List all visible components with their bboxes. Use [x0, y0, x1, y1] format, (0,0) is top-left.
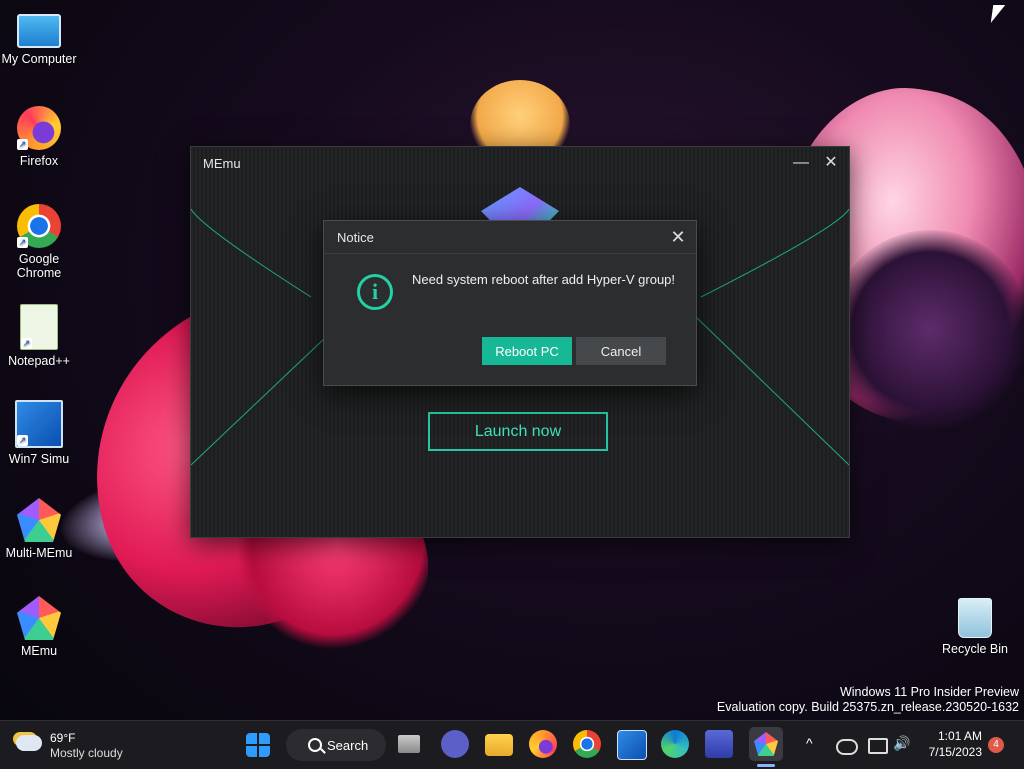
desktop-icon-win7-simu[interactable]: ↗ Win7 Simu: [0, 400, 78, 466]
dialog-header: Notice ✕: [324, 221, 696, 254]
desktop-icon-memu[interactable]: MEmu: [0, 596, 78, 658]
desktop-icon-label: Google Chrome: [16, 252, 62, 280]
multi-memu-icon: [17, 498, 61, 542]
active-app-indicator: [757, 764, 775, 767]
desktop-icon-multi-memu[interactable]: Multi-MEmu: [0, 498, 78, 560]
desktop-icon-recycle-bin[interactable]: Recycle Bin: [936, 598, 1014, 656]
volume-icon[interactable]: 🔊: [893, 735, 910, 752]
desktop-icon-label: Win7 Simu: [8, 452, 70, 466]
task-view-icon[interactable]: [398, 735, 420, 753]
cancel-button[interactable]: Cancel: [576, 337, 666, 365]
dialog-close-button[interactable]: ✕: [666, 225, 690, 249]
desktop-icon-label: My Computer: [1, 52, 77, 66]
shortcut-arrow-icon: ↗: [17, 435, 28, 446]
close-button[interactable]: ✕: [817, 151, 845, 175]
clock-time: 1:01 AM: [937, 729, 982, 743]
desktop-icon-label: Firefox: [19, 154, 59, 168]
notepad-plus-plus-icon: ↗: [20, 304, 58, 350]
memu-icon: [17, 596, 61, 640]
desktop-icon-my-computer[interactable]: My Computer: [0, 8, 78, 66]
taskbar-search-button[interactable]: Search: [286, 729, 386, 761]
shortcut-arrow-icon: ↗: [17, 139, 28, 150]
launch-now-button[interactable]: Launch now: [428, 412, 608, 451]
mouse-cursor-icon: [990, 5, 1006, 23]
dialog-message: Need system reboot after add Hyper-V gro…: [412, 272, 676, 287]
win7-simu-icon[interactable]: [617, 730, 647, 760]
desktop-icon-label: Notepad++: [8, 354, 70, 368]
watermark-line-1: Windows 11 Pro Insider Preview: [839, 685, 1019, 699]
notice-dialog: Notice ✕ i Need system reboot after add …: [323, 220, 697, 386]
shortcut-arrow-icon: ↗: [21, 338, 32, 349]
minimize-button[interactable]: —: [787, 151, 815, 175]
weather-temperature: 69°F: [50, 731, 76, 745]
clipchamp-icon[interactable]: [705, 730, 733, 758]
firefox-icon: ↗: [17, 106, 61, 150]
watermark-line-2: Evaluation copy. Build 25375.zn_release.…: [716, 700, 1019, 714]
clock-date: 7/15/2023: [928, 745, 982, 759]
network-icon[interactable]: [868, 738, 888, 754]
file-explorer-icon[interactable]: [485, 734, 513, 756]
memu-taskbar-button[interactable]: [749, 727, 783, 761]
desktop-icon-label: MEmu: [20, 644, 58, 658]
desktop-icon-firefox[interactable]: ↗ Firefox: [0, 106, 78, 168]
info-icon: i: [357, 274, 393, 310]
firefox-icon[interactable]: [529, 730, 557, 758]
desktop-icon-label: Recycle Bin: [942, 642, 1008, 656]
window-title: MEmu: [203, 156, 241, 171]
win7-simu-icon: ↗: [15, 400, 63, 448]
partly-cloudy-icon: [16, 735, 42, 751]
edge-icon[interactable]: [661, 730, 689, 758]
my-computer-icon: [17, 14, 61, 48]
desktop-icon-notepad-plus-plus[interactable]: ↗ Notepad++: [0, 304, 78, 368]
notification-badge[interactable]: 4: [988, 737, 1004, 753]
chrome-icon[interactable]: [573, 730, 601, 758]
search-label: Search: [327, 738, 369, 753]
desktop-icon-google-chrome[interactable]: ↗ Google Chrome: [0, 204, 78, 280]
dialog-title: Notice: [337, 230, 374, 245]
search-icon: [308, 738, 322, 752]
onedrive-cloud-icon[interactable]: [836, 739, 858, 755]
start-icon[interactable]: [246, 733, 270, 757]
recycle-bin-icon: [958, 598, 992, 638]
chrome-icon: ↗: [17, 204, 61, 248]
teams-meet-icon[interactable]: [441, 730, 469, 758]
taskbar: 69°F Mostly cloudy Search ^ 🔊 1:01 AM 7/…: [0, 720, 1024, 769]
windows-watermark: Windows 11 Pro Insider Preview Evaluatio…: [717, 685, 1019, 715]
desktop-icon-label: Multi-MEmu: [5, 546, 73, 560]
reboot-pc-button[interactable]: Reboot PC: [482, 337, 572, 365]
taskbar-clock[interactable]: 1:01 AM 7/15/2023: [918, 728, 982, 760]
memu-icon: [754, 732, 778, 756]
show-hidden-icons-chevron-icon[interactable]: ^: [806, 735, 813, 751]
weather-description: Mostly cloudy: [50, 746, 123, 760]
shortcut-arrow-icon: ↗: [17, 237, 28, 248]
